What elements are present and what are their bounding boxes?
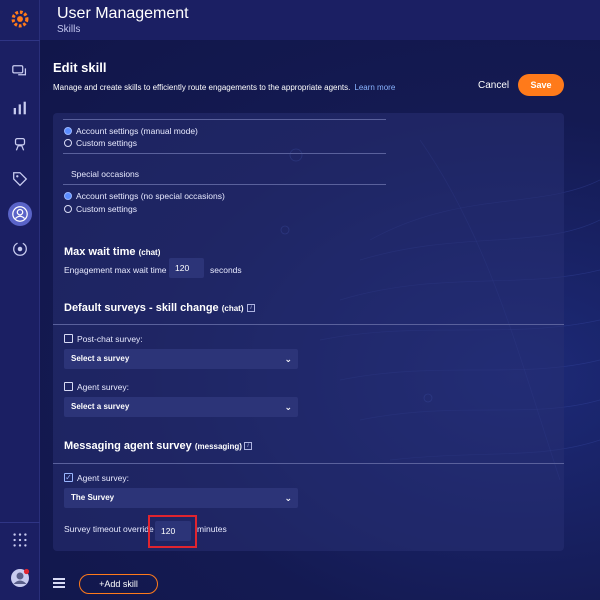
messaging-agent-survey-label: Agent survey:: [77, 473, 129, 483]
survey-timeout-unit: minutes: [197, 524, 227, 534]
messaging-survey-heading-tag: (messaging): [194, 442, 242, 451]
messaging-survey-heading-text: Messaging agent survey: [64, 440, 192, 452]
post-chat-survey-select[interactable]: Select a survey ⌄: [64, 349, 298, 369]
chevron-down-icon: ⌄: [284, 354, 292, 364]
chat-bubbles-icon: [12, 65, 27, 76]
special-occasions-account-label: Account settings (no special occasions): [76, 191, 225, 201]
divider: [63, 184, 386, 185]
special-occasions-custom-label: Custom settings: [76, 204, 137, 214]
max-wait-heading-text: Max wait time: [64, 246, 136, 258]
avatar-icon: [11, 568, 30, 587]
agent-nav[interactable]: [8, 132, 32, 156]
user-circle-icon: [12, 206, 28, 222]
left-nav-rail: [0, 0, 40, 600]
app-header: User Management Skills: [40, 0, 600, 40]
custom-settings-radio[interactable]: [64, 139, 72, 147]
special-occasions-custom-radio[interactable]: [64, 205, 72, 213]
logo-icon: [11, 10, 29, 28]
page-title: User Management: [57, 5, 189, 22]
robot-icon: [14, 137, 26, 151]
conversations-nav[interactable]: [8, 60, 32, 84]
profile-nav[interactable]: [8, 566, 32, 590]
tag-icon: [13, 172, 28, 187]
post-chat-survey-select-value: Select a survey: [71, 354, 130, 363]
divider: [53, 463, 564, 464]
analytics-nav[interactable]: [8, 96, 32, 120]
account-settings-manual-radio[interactable]: [64, 127, 72, 135]
messaging-agent-survey-checkbox[interactable]: ✓: [64, 473, 73, 482]
agent-survey-select-value: Select a survey: [71, 402, 130, 411]
add-skill-button[interactable]: +Add skill: [79, 574, 158, 594]
max-wait-field-label: Engagement max wait time: [64, 265, 167, 275]
max-wait-unit: seconds: [210, 265, 242, 275]
hamburger-menu-icon[interactable]: [53, 578, 65, 588]
grid-dots-icon: [13, 533, 27, 547]
agent-survey-label: Agent survey:: [77, 382, 129, 392]
save-button[interactable]: Save: [518, 74, 564, 96]
messaging-survey-heading: Messaging agent survey (messaging): [64, 440, 242, 452]
chevron-down-icon: ⌄: [284, 493, 292, 503]
default-surveys-heading: Default surveys - skill change (chat): [64, 302, 244, 314]
divider: [63, 153, 386, 154]
info-icon[interactable]: i: [247, 304, 255, 312]
info-icon[interactable]: i: [244, 442, 252, 450]
user-management-nav[interactable]: [8, 202, 32, 226]
edit-skill-description: Manage and create skills to efficiently …: [53, 83, 395, 92]
max-wait-heading-tag: (chat): [138, 248, 161, 257]
custom-settings-label: Custom settings: [76, 138, 137, 148]
cycle-icon: [13, 242, 27, 256]
agent-survey-select[interactable]: Select a survey ⌄: [64, 397, 298, 417]
default-surveys-heading-tag: (chat): [221, 304, 244, 313]
breadcrumb[interactable]: Skills: [57, 24, 80, 35]
chevron-down-icon: ⌄: [284, 402, 292, 412]
learn-more-link[interactable]: Learn more: [354, 83, 395, 92]
divider: [63, 119, 386, 120]
max-wait-input[interactable]: 120: [169, 258, 204, 278]
divider: [53, 324, 564, 325]
messaging-agent-survey-select-value: The Survey: [71, 493, 115, 502]
description-text: Manage and create skills to efficiently …: [53, 83, 351, 92]
highlight-box: [148, 515, 197, 548]
special-occasions-account-radio[interactable]: [64, 192, 72, 200]
cancel-button[interactable]: Cancel: [478, 80, 509, 91]
automation-nav[interactable]: [8, 237, 32, 261]
max-wait-heading: Max wait time (chat): [64, 246, 160, 258]
messaging-agent-survey-select[interactable]: The Survey ⌄: [64, 488, 298, 508]
apps-nav[interactable]: [8, 528, 32, 552]
agent-survey-checkbox[interactable]: [64, 382, 73, 391]
post-chat-survey-checkbox[interactable]: [64, 334, 73, 343]
post-chat-survey-label: Post-chat survey:: [77, 334, 143, 344]
bar-chart-icon: [13, 101, 26, 115]
default-surveys-heading-text: Default surveys - skill change: [64, 302, 219, 314]
survey-timeout-label: Survey timeout override: [64, 524, 154, 534]
account-settings-manual-label: Account settings (manual mode): [76, 126, 198, 136]
tags-nav[interactable]: [8, 167, 32, 191]
special-occasions-heading: Special occasions: [71, 169, 140, 179]
edit-skill-title: Edit skill: [53, 60, 107, 75]
